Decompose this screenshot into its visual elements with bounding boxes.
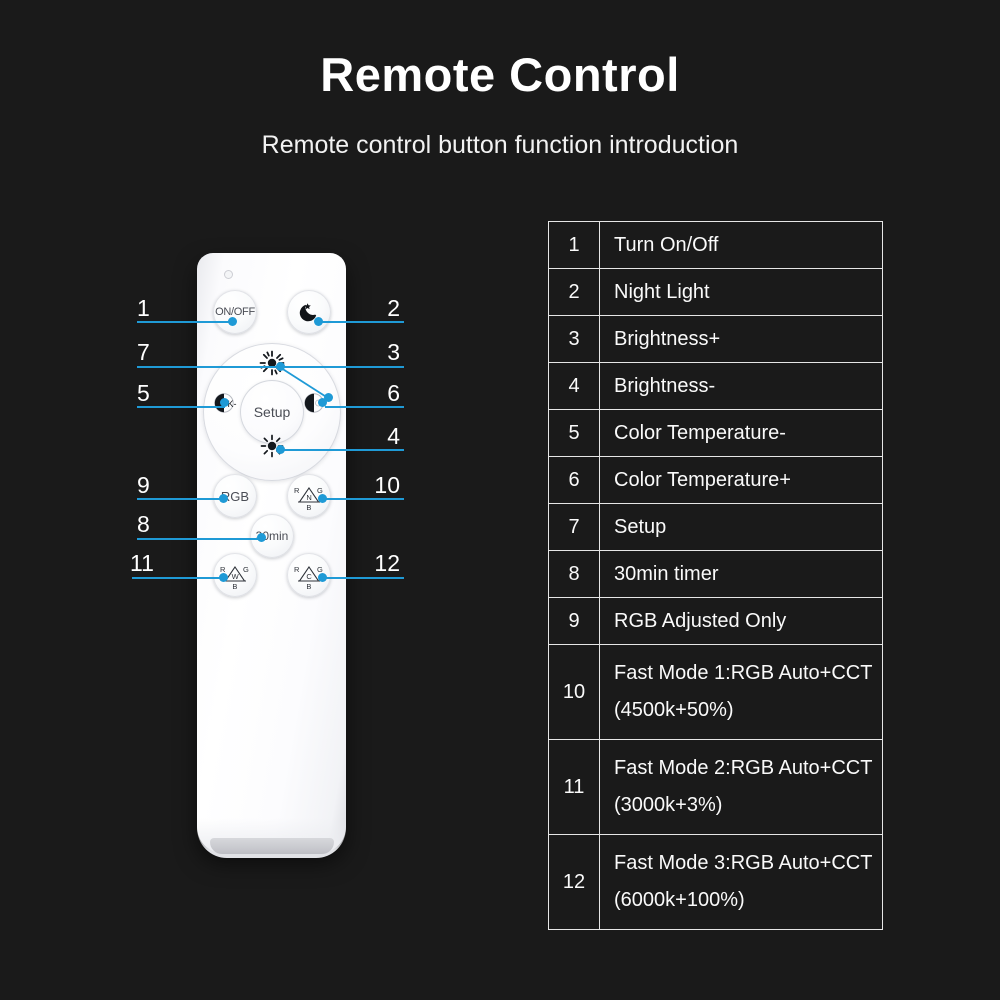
callout-line-3	[280, 366, 404, 368]
table-row: 4 Brightness-	[549, 363, 882, 410]
table-cell-label: Brightness+	[614, 328, 721, 350]
callout-dot-9	[219, 494, 228, 503]
table-cell-label: Color Temperature-	[614, 422, 786, 444]
table-cell-number: 1	[549, 222, 600, 268]
callout-number-11: 11	[130, 550, 154, 576]
callout-number-2: 2	[387, 295, 400, 321]
callout-line-11	[132, 577, 224, 579]
callout-line-8	[137, 538, 262, 540]
page-root: Remote Control Remote control button fun…	[0, 0, 1000, 1000]
callout-dot-4	[276, 445, 285, 454]
callout-dot-11	[219, 573, 228, 582]
callout-line-5	[137, 406, 225, 408]
callout-number-6: 6	[387, 380, 400, 406]
callout-number-5: 5	[137, 380, 150, 406]
setup-label: Setup	[253, 404, 291, 420]
callout-dot-10	[318, 494, 327, 503]
remote-button-night-light[interactable]	[287, 290, 331, 334]
callout-dot-8	[257, 533, 266, 542]
table-row: 2 Night Light	[549, 269, 882, 316]
callout-line-2	[318, 321, 404, 323]
table-row: 10 Fast Mode 1:RGB Auto+CCT (4500k+50%)	[549, 645, 882, 740]
table-cell-label: Fast Mode 3:RGB Auto+CCT (6000k+100%)	[614, 852, 873, 911]
svg-text:W: W	[232, 572, 240, 581]
table-cell-number: 6	[549, 457, 600, 503]
callout-number-12: 12	[374, 550, 400, 576]
table-cell-number: 11	[549, 740, 600, 834]
callout-number-4: 4	[387, 423, 400, 449]
table-cell-number: 10	[549, 645, 600, 739]
callout-dot-1	[228, 317, 237, 326]
table-row: 12 Fast Mode 3:RGB Auto+CCT (6000k+100%)	[549, 835, 882, 930]
table-cell-number: 2	[549, 269, 600, 315]
remote-base	[210, 838, 334, 854]
callout-number-10: 10	[374, 472, 400, 498]
callout-line-7	[137, 366, 280, 368]
table-cell-number: 12	[549, 835, 600, 929]
callout-line-9	[137, 498, 224, 500]
callout-dot-3	[276, 362, 285, 371]
callout-dot-6	[318, 398, 327, 407]
callout-line-4	[280, 449, 404, 451]
callout-number-8: 8	[137, 511, 150, 537]
callout-number-1: 1	[137, 295, 150, 321]
callout-dot-12	[318, 573, 327, 582]
table-cell-label: RGB Adjusted Only	[614, 610, 787, 632]
table-cell-label: Night Light	[614, 281, 710, 303]
table-row: 9 RGB Adjusted Only	[549, 598, 882, 645]
svg-text:B: B	[306, 582, 311, 590]
table-row: 6 Color Temperature+	[549, 457, 882, 504]
function-table: 1 Turn On/Off 2 Night Light 3 Brightness+ 4 Bri…	[548, 221, 883, 930]
table-row: 3 Brightness+	[549, 316, 882, 363]
table-row: 5 Color Temperature-	[549, 410, 882, 457]
svg-text:G: G	[243, 565, 249, 574]
svg-text:B: B	[232, 582, 237, 590]
table-cell-label: Setup	[614, 516, 667, 538]
svg-text:R: R	[294, 565, 300, 574]
callout-line-12	[325, 577, 404, 579]
table-cell-number: 4	[549, 363, 600, 409]
svg-text:R: R	[294, 486, 300, 495]
callout-number-9: 9	[137, 472, 150, 498]
table-cell-number: 5	[549, 410, 600, 456]
table-cell-label: Brightness-	[614, 375, 716, 397]
on-off-label: ON/OFF	[215, 306, 255, 318]
table-row: 1 Turn On/Off	[549, 222, 882, 269]
ir-led-indicator-icon	[224, 270, 233, 279]
table-cell-label: 30min timer	[614, 563, 719, 585]
table-cell-number: 8	[549, 551, 600, 597]
svg-text:N: N	[306, 493, 311, 502]
table-cell-label: Fast Mode 2:RGB Auto+CCT (3000k+3%)	[614, 757, 873, 816]
callout-line-6	[325, 406, 404, 408]
table-cell-number: 9	[549, 598, 600, 644]
table-row: 11 Fast Mode 2:RGB Auto+CCT (3000k+3%)	[549, 740, 882, 835]
table-cell-number: 7	[549, 504, 600, 550]
table-cell-label: Fast Mode 1:RGB Auto+CCT (4500k+50%)	[614, 662, 873, 721]
callout-dot-2	[314, 317, 323, 326]
callout-line-10	[325, 498, 404, 500]
table-row: 8 30min timer	[549, 551, 882, 598]
svg-text:B: B	[306, 503, 311, 511]
table-cell-label: Turn On/Off	[614, 234, 719, 256]
remote-illustration: ON/OFF Setup K- RGB R G N B 30min R G W …	[0, 0, 520, 1000]
callout-number-7: 7	[137, 339, 150, 365]
table-cell-number: 3	[549, 316, 600, 362]
callout-dot-5	[220, 398, 229, 407]
remote-button-on-off[interactable]: ON/OFF	[213, 290, 257, 334]
callout-line-1	[137, 321, 233, 323]
table-row: 7 Setup	[549, 504, 882, 551]
table-cell-label: Color Temperature+	[614, 469, 791, 491]
svg-text:C: C	[306, 572, 312, 581]
callout-number-3: 3	[387, 339, 400, 365]
